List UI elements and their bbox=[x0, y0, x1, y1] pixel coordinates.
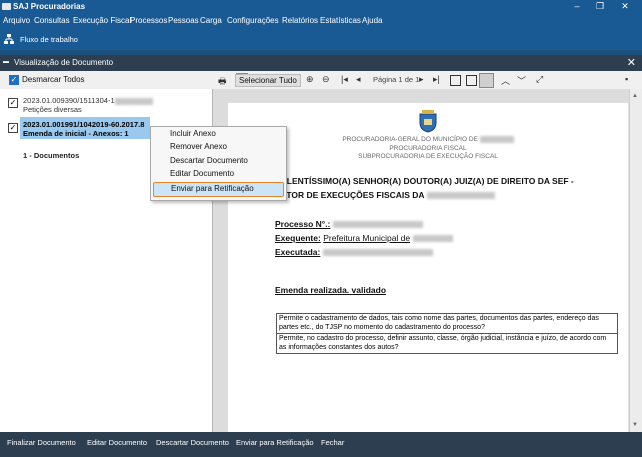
tree-item-2-number: 2023.01.001991/1042019-60.2017.8 bbox=[23, 120, 145, 129]
scroll-down-arrow-icon[interactable]: ▼ bbox=[632, 422, 638, 428]
document-viewer-dialog: ▬ Visualização de Documento ✕ ✓ Desmarca… bbox=[0, 55, 642, 457]
dialog-title-bar: ▬ Visualização de Documento ✕ bbox=[0, 55, 642, 71]
minimize-icon[interactable]: – bbox=[566, 0, 588, 14]
addressee-line-1: CELENTÍSSIMO(A) SENHOR(A) DOUTOR(A) JUIZ… bbox=[275, 176, 574, 186]
single-page-icon[interactable] bbox=[450, 75, 461, 86]
menu-item-descartar-documento[interactable]: Descartar Documento bbox=[151, 155, 286, 167]
menu-carga[interactable]: Carga bbox=[200, 16, 222, 25]
document-page: PROCURADORIA-GERAL DO MUNICÍPIO DE PROCU… bbox=[228, 103, 628, 432]
menu-configuracoes[interactable]: Configurações bbox=[227, 16, 279, 25]
zoom-out-icon[interactable]: ⊖ bbox=[322, 74, 330, 85]
menu-item-remover-anexo[interactable]: Remover Anexo bbox=[151, 141, 286, 153]
document-header: PROCURADORIA-GERAL DO MUNICÍPIO DE PROCU… bbox=[228, 136, 628, 162]
bottom-action-bar: Finalizar Documento Editar Documento Des… bbox=[0, 432, 642, 457]
selection-bar: ✓ Desmarcar Todos bbox=[0, 71, 212, 89]
workflow-label[interactable]: Fluxo de trabalho bbox=[20, 35, 78, 44]
emenda-text: Emenda realizada. validado bbox=[275, 285, 387, 295]
workflow-icon[interactable] bbox=[4, 34, 14, 44]
header-line-2: PROCURADORIA FISCAL bbox=[389, 144, 467, 152]
menu-pessoas[interactable]: Pessoas bbox=[168, 16, 199, 25]
redacted-block bbox=[426, 192, 495, 200]
menu-ajuda[interactable]: Ajuda bbox=[362, 16, 382, 25]
item1-checkbox[interactable]: ✓ bbox=[8, 98, 18, 108]
main-toolbar: Fluxo de trabalho bbox=[0, 28, 642, 50]
close-button[interactable]: Fechar bbox=[321, 438, 344, 447]
finalize-document-button[interactable]: Finalizar Documento bbox=[7, 438, 76, 447]
tree-item-2-type: Emenda de inicial - Anexos: 1 bbox=[23, 129, 129, 138]
exequente-label: Exequente: bbox=[275, 233, 321, 243]
select-all-button[interactable]: Selecionar Tudo bbox=[235, 74, 301, 87]
menu-arquivo[interactable]: Arquivo bbox=[3, 16, 30, 25]
process-info: Processo N°.: Exequente: Prefeitura Muni… bbox=[275, 217, 453, 259]
app-title: SAJ Procuradorias bbox=[13, 2, 86, 11]
dialog-title: Visualização de Documento bbox=[14, 58, 114, 67]
document-addressee: CELENTÍSSIMO(A) SENHOR(A) DOUTOR(A) JUIZ… bbox=[275, 174, 625, 202]
table-row-1: Permite o cadastramento de dados, tais c… bbox=[276, 313, 618, 334]
fit-width-icon[interactable]: ⤢ bbox=[536, 74, 543, 85]
print-icon[interactable]: 🖶 bbox=[218, 74, 227, 90]
menu-item-label: Enviar para Retificação bbox=[171, 184, 254, 193]
page-indicator: Página 1 de 1 bbox=[373, 75, 420, 84]
tree-item-1-type: Petições diversas bbox=[23, 105, 82, 114]
redacted-block bbox=[412, 235, 453, 243]
menu-relatorios[interactable]: Relatórios bbox=[282, 16, 318, 25]
exequente-value: Prefeitura Municipal de bbox=[323, 233, 411, 243]
tree-item-2[interactable]: 2023.01.001991/1042019-60.2017.8 Emenda … bbox=[23, 120, 144, 138]
addressee-line-2: SETOR DE EXECUÇÕES FISCAIS DA bbox=[275, 190, 425, 200]
last-page-icon[interactable]: ▸| bbox=[433, 74, 440, 85]
deselect-all-label[interactable]: Desmarcar Todos bbox=[22, 75, 85, 84]
first-page-icon[interactable]: |◂ bbox=[341, 74, 348, 85]
questions-table: Permite o cadastramento de dados, tais c… bbox=[276, 313, 618, 354]
menu-item-label: Remover Anexo bbox=[170, 142, 227, 151]
viewer-scrollbar[interactable]: ▲ ▼ bbox=[629, 89, 642, 432]
edit-document-button[interactable]: Editar Documento bbox=[87, 438, 147, 447]
context-menu: Incluir Anexo Remover Anexo Descartar Do… bbox=[150, 126, 287, 201]
menu-item-incluir-anexo[interactable]: Incluir Anexo bbox=[151, 128, 286, 140]
menu-item-label: Incluir Anexo bbox=[170, 129, 216, 138]
send-for-rectification-button[interactable]: Enviar para Retificação bbox=[236, 438, 314, 447]
redacted-block bbox=[332, 221, 423, 229]
menu-item-label: Descartar Documento bbox=[170, 156, 248, 165]
tree-item-1[interactable]: 2023.01.009390/1511304-1 Petições divers… bbox=[23, 96, 153, 114]
close-icon[interactable]: ✕ bbox=[614, 0, 636, 14]
documents-group-label[interactable]: 1 - Documentos bbox=[23, 151, 79, 160]
item2-checkbox[interactable]: ✓ bbox=[8, 123, 18, 133]
continuous-view-icon[interactable] bbox=[479, 73, 494, 88]
redacted-block bbox=[322, 249, 433, 257]
menu-execucao-fiscal[interactable]: Execução Fiscal bbox=[73, 16, 131, 25]
scroll-up-icon[interactable]: ︿ bbox=[501, 74, 510, 87]
maximize-icon[interactable]: ❐ bbox=[589, 0, 611, 14]
discard-document-button[interactable]: Descartar Documento bbox=[156, 438, 229, 447]
dialog-app-icon: ▬ bbox=[3, 59, 9, 65]
menu-bar: Arquivo Consultas Execução Fiscal Proces… bbox=[0, 14, 642, 28]
scroll-down-icon[interactable]: ﹀ bbox=[517, 74, 526, 87]
redacted-block bbox=[114, 97, 153, 105]
deselect-all-checkbox[interactable]: ✓ bbox=[9, 75, 19, 85]
menu-consultas[interactable]: Consultas bbox=[34, 16, 70, 25]
header-line-3: SUBPROCURADORIA DE EXECUÇÃO FISCAL bbox=[358, 153, 498, 161]
app-title-bar: SAJ Procuradorias – ❐ ✕ bbox=[0, 0, 642, 14]
next-page-icon[interactable]: ▸ bbox=[419, 74, 424, 85]
viewer-toolbar: 🖶 Selecionar Tudo ⊕ ⊖ |◂ ◂ Página 1 de 1… bbox=[213, 71, 642, 89]
scroll-up-arrow-icon[interactable]: ▲ bbox=[632, 93, 638, 99]
executada-label: Executada: bbox=[275, 247, 321, 257]
table-row-2: Permite, no cadastro do processo, defini… bbox=[276, 333, 618, 354]
menu-item-enviar-retificacao[interactable]: Enviar para Retificação bbox=[153, 182, 284, 197]
app-icon bbox=[2, 3, 11, 10]
prev-page-icon[interactable]: ◂ bbox=[356, 74, 361, 85]
dialog-close-icon[interactable]: ✕ bbox=[627, 56, 636, 69]
zoom-in-icon[interactable]: ⊕ bbox=[306, 74, 314, 85]
processo-label: Processo N°.: bbox=[275, 219, 331, 229]
two-page-icon[interactable] bbox=[466, 75, 477, 86]
menu-item-label: Editar Documento bbox=[170, 169, 235, 178]
menu-item-editar-documento[interactable]: Editar Documento bbox=[151, 168, 286, 180]
menu-estatisticas[interactable]: Estatísticas bbox=[320, 16, 361, 25]
menu-processos[interactable]: Processos bbox=[130, 16, 167, 25]
redacted-block bbox=[479, 136, 514, 143]
municipal-coat-of-arms-icon bbox=[419, 110, 437, 133]
tree-item-1-number: 2023.01.009390/1511304-1 bbox=[23, 96, 115, 105]
pin-icon[interactable]: ▪ bbox=[625, 74, 628, 84]
header-line-1: PROCURADORIA-GERAL DO MUNICÍPIO DE bbox=[342, 136, 478, 144]
